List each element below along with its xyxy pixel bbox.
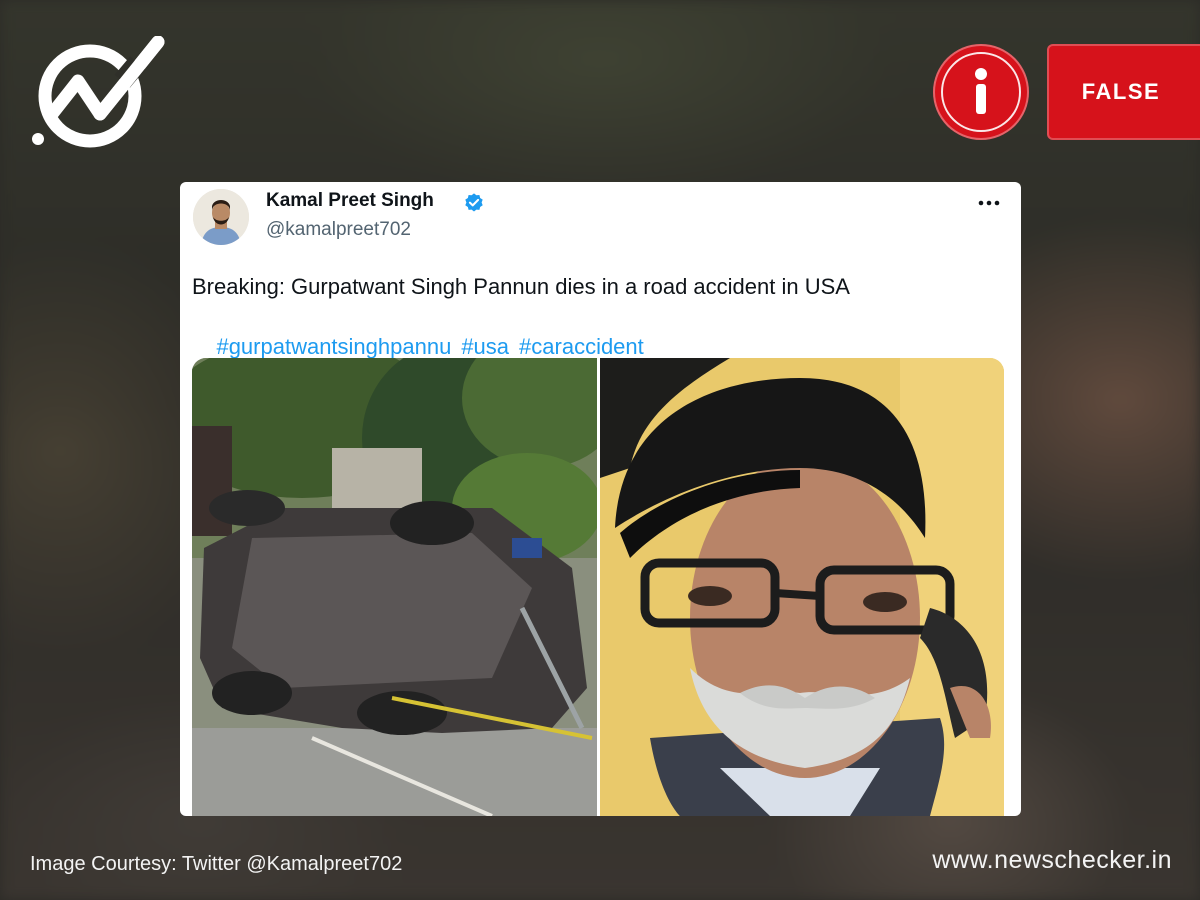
more-options-icon[interactable] (977, 198, 1003, 208)
tweet-card: Kamal Preet Singh @kamalpreet702 Breakin… (180, 182, 1021, 816)
tweet-media (192, 358, 1004, 816)
display-name[interactable]: Kamal Preet Singh (266, 190, 434, 212)
hashtag-link[interactable]: #gurpatwantsinghpannu (216, 334, 451, 359)
verified-badge-icon (465, 193, 483, 212)
avatar[interactable] (193, 189, 249, 245)
overturned-car-photo[interactable] (192, 358, 597, 816)
verdict-badge: FALSE (1047, 44, 1200, 140)
man-in-black-turban-photo[interactable] (600, 358, 1004, 816)
hashtag-link[interactable]: #caraccident (519, 334, 644, 359)
image-courtesy: Image Courtesy: Twitter @Kamalpreet702 (30, 853, 403, 875)
info-icon (933, 44, 1029, 140)
hashtag-link[interactable]: #usa (461, 334, 509, 359)
handle[interactable]: @kamalpreet702 (266, 219, 411, 241)
site-url[interactable]: www.newschecker.in (932, 846, 1172, 875)
newschecker-logo-icon (32, 36, 165, 148)
verdict-label: FALSE (1081, 79, 1161, 104)
tweet-text: Breaking: Gurpatwant Singh Pannun dies i… (192, 274, 850, 299)
